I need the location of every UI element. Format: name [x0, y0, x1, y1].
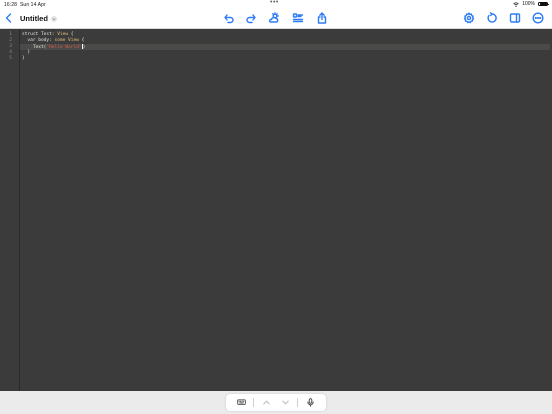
keyboard-accessory-bar	[0, 391, 552, 414]
refresh-button[interactable]	[485, 11, 499, 25]
code-token: {	[78, 38, 85, 43]
multitasking-dots[interactable]: •••	[270, 0, 279, 6]
line-number: 5	[9, 56, 12, 61]
status-right: 100%	[513, 1, 549, 7]
code-token: struct Test:	[22, 32, 58, 37]
undo-button[interactable]	[222, 11, 236, 25]
divider	[253, 398, 255, 407]
format-button[interactable]	[291, 11, 305, 25]
dictation-button[interactable]	[305, 397, 317, 409]
code-token: View	[57, 32, 69, 37]
chevron-up-icon	[263, 400, 271, 405]
more-button[interactable]	[531, 11, 545, 25]
code-line[interactable]: }	[22, 56, 550, 62]
status-time: 16:28 Sun 14 Apr	[4, 1, 46, 8]
document-title-label: Untitled	[20, 14, 48, 23]
next-button[interactable]	[279, 397, 291, 409]
code-token: )	[82, 45, 86, 50]
settings-button[interactable]	[462, 11, 476, 25]
chevron-down-icon	[50, 15, 57, 22]
code-editor[interactable]: 1 2 3 4 5 struct Test: View { var body: …	[0, 29, 552, 391]
wifi-icon	[513, 1, 519, 7]
code-token: var body:	[22, 38, 55, 43]
format-list-icon	[292, 13, 304, 23]
sidebar-icon	[509, 13, 521, 23]
keyboard-toggle-button[interactable]	[235, 397, 247, 409]
keyboard-icon	[236, 399, 246, 405]
divider	[297, 398, 299, 407]
previous-button[interactable]	[261, 397, 273, 409]
undo-icon	[224, 14, 234, 24]
toolbar: Untitled	[0, 9, 552, 29]
share-icon	[317, 12, 327, 24]
code-token: some View	[54, 38, 79, 43]
theme-button[interactable]	[267, 11, 281, 25]
microphone-icon	[307, 398, 315, 407]
battery-icon	[538, 1, 549, 7]
share-button[interactable]	[315, 11, 329, 25]
back-button[interactable]	[2, 11, 16, 25]
redo-icon	[246, 14, 256, 24]
code-content[interactable]: struct Test: View { var body: some View …	[20, 32, 550, 62]
chevron-left-icon	[5, 13, 12, 23]
battery-percent: 100%	[522, 1, 535, 7]
line-number-gutter: 1 2 3 4 5	[0, 29, 20, 391]
ellipsis-icon	[532, 12, 544, 24]
accessory-pill	[226, 394, 326, 411]
gear-icon	[463, 12, 475, 24]
code-token: }	[22, 50, 31, 55]
sun-cloud-icon	[268, 12, 279, 23]
sidebar-button[interactable]	[508, 11, 522, 25]
code-token: }	[22, 56, 25, 61]
chevron-down-icon	[281, 400, 289, 405]
redo-button[interactable]	[244, 11, 258, 25]
code-token: {	[68, 32, 74, 37]
status-bar: 16:28 Sun 14 Apr ••• 100%	[0, 0, 552, 9]
refresh-icon	[487, 12, 497, 23]
code-token: "Hello World"	[46, 45, 82, 50]
document-title[interactable]: Untitled	[20, 14, 57, 23]
